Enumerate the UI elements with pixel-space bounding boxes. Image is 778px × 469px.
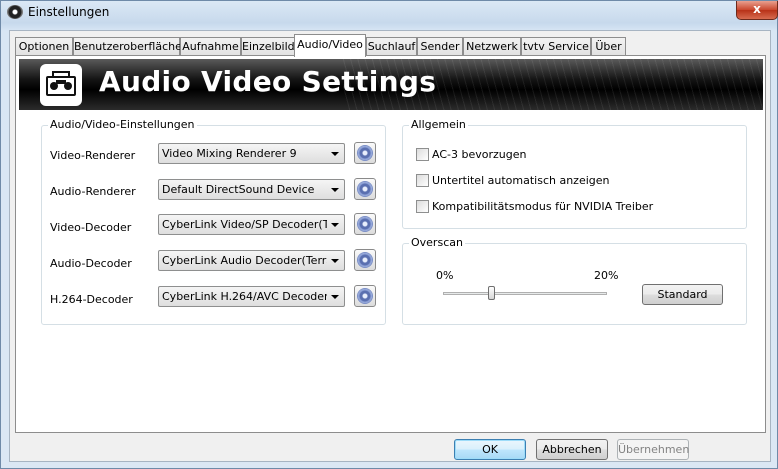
- tab-optionen[interactable]: Optionen: [15, 37, 73, 56]
- banner-title: Audio Video Settings: [99, 65, 437, 98]
- label-audio-decoder: Audio-Decoder: [50, 257, 132, 270]
- tab-tvtv-service[interactable]: tvtv Service: [521, 37, 591, 56]
- radio-icon: [40, 64, 82, 106]
- close-button[interactable]: x: [736, 1, 778, 20]
- general-group: Allgemein AC-3 bevorzugen Untertitel aut…: [402, 118, 747, 229]
- label-video-decoder: Video-Decoder: [50, 221, 132, 234]
- video-decoder-settings-button[interactable]: [354, 213, 376, 235]
- subtitles-checkbox[interactable]: [416, 174, 429, 187]
- nvidia-compat-checkbox[interactable]: [416, 200, 429, 213]
- audio-renderer-settings-button[interactable]: [354, 178, 376, 200]
- chevron-down-icon: [331, 295, 339, 299]
- gear-icon: [358, 253, 372, 267]
- apply-button[interactable]: Übernehmen: [617, 439, 689, 460]
- banner: Audio Video Settings: [19, 59, 763, 110]
- tab-sender[interactable]: Sender: [417, 37, 463, 56]
- overscan-slider-thumb[interactable]: [487, 286, 495, 300]
- av-settings-group: Audio/Video-Einstellungen Video-Renderer…: [41, 118, 386, 325]
- tab-audio-video[interactable]: Audio/Video: [294, 34, 366, 57]
- nvidia-compat-label: Kompatibilitätsmodus für NVIDIA Treiber: [432, 200, 654, 213]
- overscan-group: Overscan 0% 20% Standard: [402, 236, 747, 325]
- audio-decoder-settings-button[interactable]: [354, 249, 376, 271]
- tab-einzelbild[interactable]: Einzelbild: [241, 37, 295, 56]
- tab-aufnahme[interactable]: Aufnahme: [180, 37, 241, 56]
- title-bar[interactable]: Einstellungen x: [1, 1, 778, 25]
- standard-button[interactable]: Standard: [642, 284, 723, 305]
- video-decoder-select[interactable]: CyberLink Video/SP Decoder(TerraTec): [158, 214, 345, 235]
- ac3-checkbox[interactable]: [416, 148, 429, 161]
- label-audio-renderer: Audio-Renderer: [50, 185, 136, 198]
- app-icon: [7, 5, 23, 19]
- audio-renderer-select[interactable]: Default DirectSound Device: [158, 179, 345, 200]
- h264-decoder-select[interactable]: CyberLink H.264/AVC Decoder: [158, 286, 345, 307]
- label-h264-decoder: H.264-Decoder: [50, 293, 133, 306]
- tab-benutzeroberflaeche[interactable]: Benutzeroberfläche: [73, 37, 182, 56]
- tab-suchlauf[interactable]: Suchlauf: [366, 37, 417, 56]
- group-title-av: Audio/Video-Einstellungen: [48, 118, 197, 131]
- tab-ueber[interactable]: Über: [591, 37, 626, 56]
- overscan-min-label: 0%: [436, 269, 454, 282]
- gear-icon: [358, 217, 372, 231]
- ac3-label: AC-3 bevorzugen: [432, 148, 527, 161]
- group-title-general: Allgemein: [409, 118, 468, 131]
- overscan-max-label: 20%: [594, 269, 619, 282]
- gear-icon: [358, 182, 372, 196]
- gear-icon: [358, 289, 372, 303]
- close-icon: x: [753, 2, 761, 16]
- video-renderer-select[interactable]: Video Mixing Renderer 9: [158, 143, 345, 164]
- audio-decoder-select[interactable]: CyberLink Audio Decoder(TerraTec): [158, 250, 345, 271]
- chevron-down-icon: [331, 152, 339, 156]
- overscan-slider-track[interactable]: [443, 292, 607, 295]
- ok-button[interactable]: OK: [454, 439, 526, 460]
- chevron-down-icon: [331, 259, 339, 263]
- label-video-renderer: Video-Renderer: [50, 149, 136, 162]
- settings-window: Einstellungen x Optionen Benutzeroberflä…: [0, 0, 778, 469]
- chevron-down-icon: [331, 188, 339, 192]
- dialog-client: Optionen Benutzeroberfläche Aufnahme Ein…: [9, 30, 771, 462]
- window-title: Einstellungen: [28, 5, 110, 19]
- gear-icon: [358, 146, 372, 160]
- video-renderer-settings-button[interactable]: [354, 142, 376, 164]
- chevron-down-icon: [331, 223, 339, 227]
- h264-decoder-settings-button[interactable]: [354, 285, 376, 307]
- tab-panel-audio-video: Audio Video Settings Audio/Video-Einstel…: [15, 55, 766, 433]
- tab-netzwerk[interactable]: Netzwerk: [463, 37, 521, 56]
- subtitles-label: Untertitel automatisch anzeigen: [432, 174, 610, 187]
- cancel-button[interactable]: Abbrechen: [536, 439, 608, 460]
- group-title-overscan: Overscan: [409, 236, 465, 249]
